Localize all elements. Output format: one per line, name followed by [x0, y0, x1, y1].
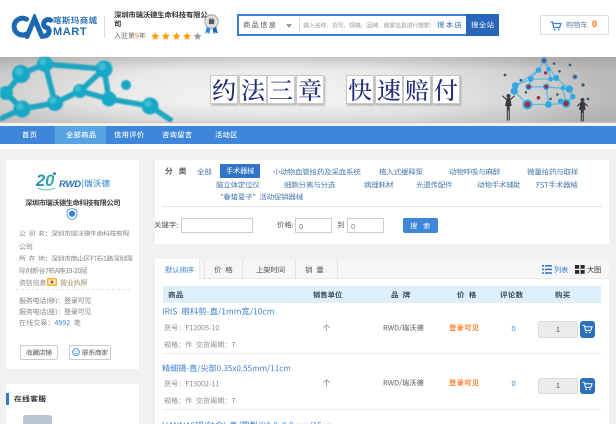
svg-text:20: 20	[36, 172, 55, 190]
